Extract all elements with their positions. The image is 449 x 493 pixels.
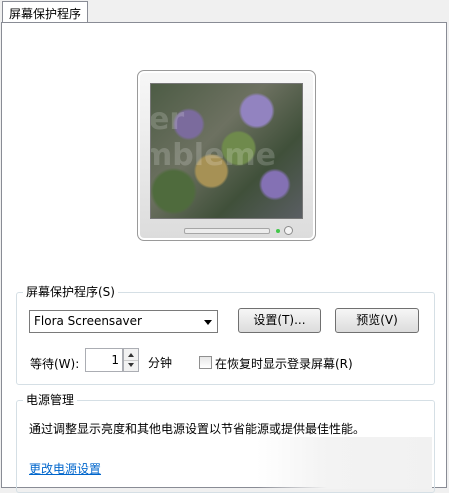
monitor-slot [184,228,270,234]
resume-logon-checkbox[interactable] [199,356,212,369]
chevron-down-icon [204,320,212,325]
wait-label: 等待(W): [30,357,80,371]
screensaver-group: 屏幕保护程序(S) Flora Screensaver 设置(T)... 预览(… [16,285,435,385]
monitor-preview: er mbleme [137,70,316,241]
power-group-label: 电源管理 [23,393,78,407]
tab-screensaver-label: 屏幕保护程序 [9,7,82,21]
screensaver-select-value: Flora Screensaver [34,314,142,328]
resume-logon-label[interactable]: 在恢复时显示登录屏幕(R) [215,355,353,372]
power-group: 电源管理 通过调整显示亮度和其他电源设置以节省能源或提供最佳性能。 更改电源设置 [16,393,435,493]
tab-screensaver[interactable]: 屏幕保护程序 [2,1,88,23]
settings-button[interactable]: 设置(T)... [238,308,321,333]
preview-button[interactable]: 预览(V) [335,308,419,333]
screensaver-group-label: 屏幕保护程序(S) [23,285,118,299]
minutes-label: 分钟 [148,356,173,370]
wait-spinner[interactable] [123,348,139,372]
preview-text-line-1: er [150,102,185,137]
screensaver-select[interactable]: Flora Screensaver [29,310,218,333]
monitor-power-icon [284,226,293,235]
wait-minutes-input[interactable]: 1 [85,348,123,372]
spin-up-icon[interactable] [128,353,134,357]
screensaver-panel: er mbleme 屏幕保护程序(S) Flora Screensaver 设置… [1,22,447,493]
screensaver-preview-screen: er mbleme [150,83,303,219]
power-description: 通过调整显示亮度和其他电源设置以节省能源或提供最佳性能。 [29,422,366,436]
spin-down-icon[interactable] [128,363,134,367]
preview-text-line-2: mbleme [150,138,276,173]
spinner-divider [124,360,138,361]
power-led-icon [276,229,280,233]
change-power-settings-link[interactable]: 更改电源设置 [29,460,101,477]
faded-overlay [257,437,432,489]
